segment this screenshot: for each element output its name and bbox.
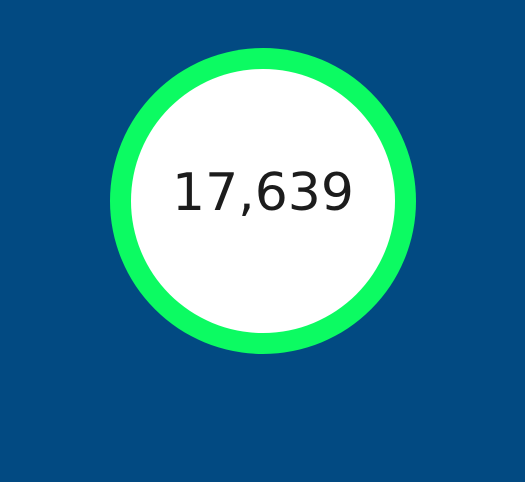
counter-value: 17,639 xyxy=(172,163,354,223)
counter-widget: 17,639 xyxy=(0,0,525,482)
